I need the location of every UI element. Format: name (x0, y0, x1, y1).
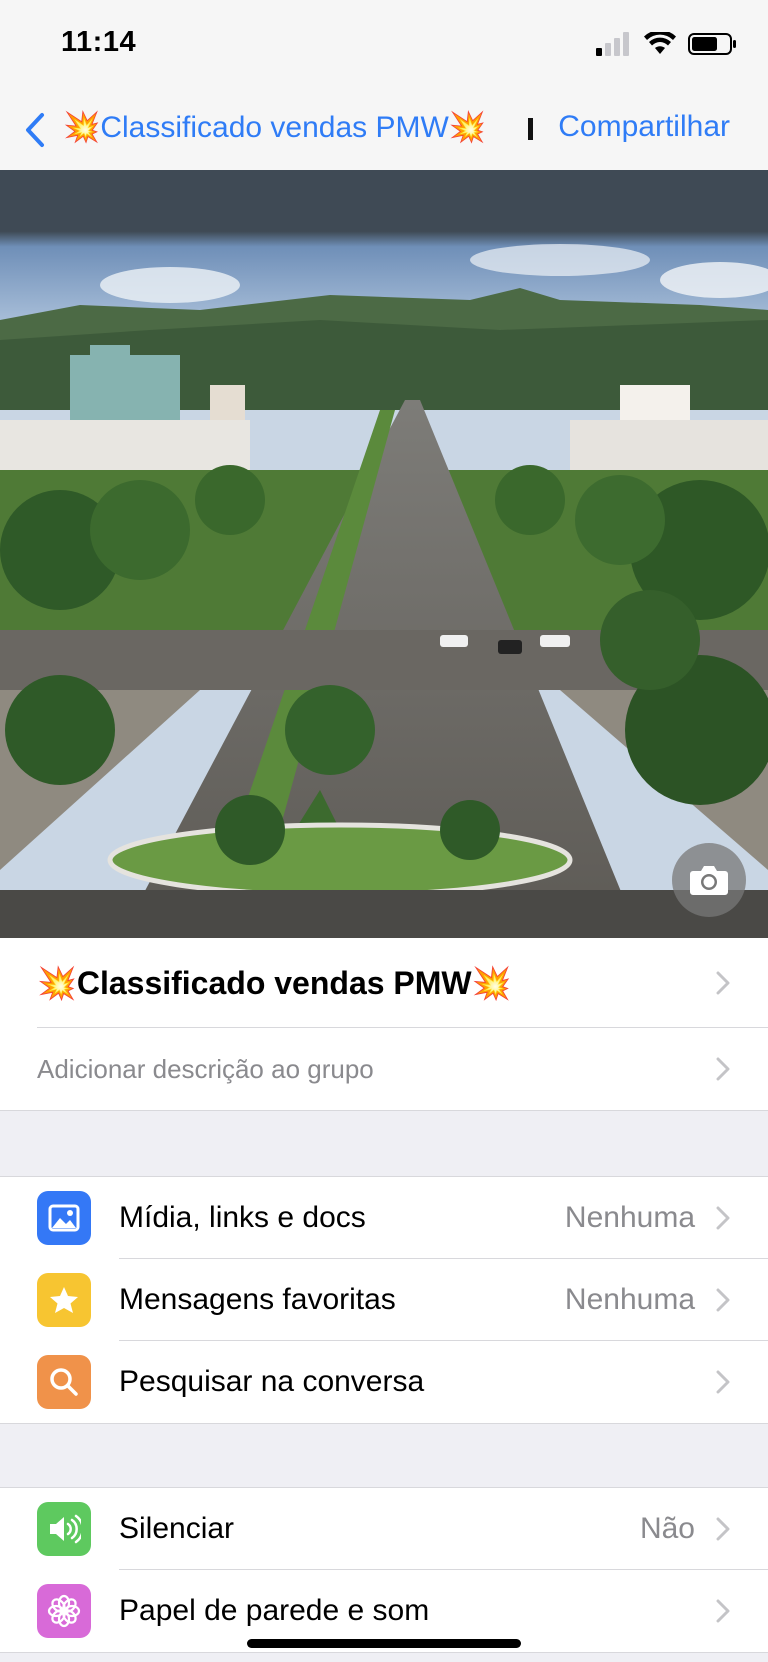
group-photo[interactable] (0, 170, 768, 938)
status-bar: 11:14 (0, 0, 768, 92)
status-time: 11:14 (61, 26, 137, 58)
camera-icon (690, 866, 728, 895)
chevron-right-icon (716, 1370, 730, 1394)
settings-section: Silenciar Não Papel de parede e som (0, 1487, 768, 1653)
group-name-row[interactable]: 💥Classificado vendas PMW💥 (37, 938, 768, 1028)
battery-icon (688, 33, 736, 55)
row-value: Não (639, 1512, 695, 1545)
star-icon (37, 1273, 91, 1327)
speaker-icon (37, 1502, 91, 1556)
chevron-right-icon (716, 971, 730, 995)
row-label: Papel de parede e som (119, 1594, 430, 1627)
row-value: Nenhuma (564, 1201, 695, 1234)
nav-title: 💥Classificado vendas PMW💥 (63, 111, 487, 144)
chevron-right-icon (716, 1599, 730, 1623)
wifi-icon (644, 32, 676, 54)
home-indicator[interactable] (247, 1639, 521, 1648)
group-name: 💥Classificado vendas PMW💥 (37, 965, 512, 1001)
chevron-right-icon (716, 1206, 730, 1230)
chevron-left-icon[interactable] (20, 110, 50, 150)
cellular-signal-icon (596, 32, 629, 56)
group-info-card: 💥Classificado vendas PMW💥 Adicionar desc… (0, 938, 768, 1111)
status-icons (596, 32, 738, 56)
navigation-bar: 💥Classificado vendas PMW💥 Compartilhar (0, 92, 768, 170)
mute-row[interactable]: Silenciar Não (0, 1488, 768, 1570)
share-button[interactable]: Compartilhar (558, 110, 730, 144)
text-cursor (528, 118, 533, 140)
row-label: Pesquisar na conversa (119, 1365, 425, 1398)
change-photo-button[interactable] (672, 843, 746, 917)
search-icon (37, 1355, 91, 1409)
chevron-right-icon (716, 1288, 730, 1312)
chevron-right-icon (716, 1057, 730, 1081)
chevron-right-icon (716, 1517, 730, 1541)
add-description-label: Adicionar descrição ao grupo (37, 1054, 374, 1084)
city-avenue-image (0, 170, 768, 938)
starred-messages-row[interactable]: Mensagens favoritas Nenhuma (0, 1259, 768, 1341)
flower-icon (37, 1584, 91, 1638)
media-links-docs-row[interactable]: Mídia, links e docs Nenhuma (0, 1177, 768, 1259)
row-value: Nenhuma (564, 1283, 695, 1316)
row-label: Mensagens favoritas (119, 1283, 396, 1316)
add-description-row[interactable]: Adicionar descrição ao grupo (37, 1028, 768, 1110)
row-label: Silenciar (119, 1512, 235, 1545)
row-label: Mídia, links e docs (119, 1201, 366, 1234)
search-chat-row[interactable]: Pesquisar na conversa (0, 1341, 768, 1423)
photo-icon (37, 1191, 91, 1245)
media-section: Mídia, links e docs Nenhuma Mensagens fa… (0, 1176, 768, 1424)
